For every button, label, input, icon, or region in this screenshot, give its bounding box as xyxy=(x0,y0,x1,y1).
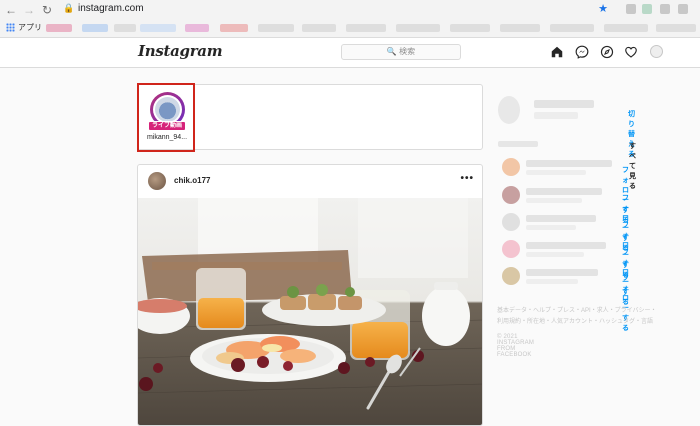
suggestion-detail xyxy=(526,252,584,257)
live-badge: ライブ動画 xyxy=(148,121,186,131)
bookmark-item[interactable] xyxy=(450,24,490,32)
suggestions-heading xyxy=(498,141,538,147)
suggestion-detail xyxy=(526,279,578,284)
bookmark-item[interactable] xyxy=(82,24,108,32)
profile-avatar[interactable] xyxy=(650,45,663,58)
home-icon[interactable] xyxy=(550,45,564,59)
post-photo[interactable] xyxy=(138,198,483,426)
instagram-logo[interactable]: Instagram xyxy=(138,42,223,60)
bookmark-item[interactable] xyxy=(302,24,336,32)
footer-links[interactable]: 基本データ・ヘルプ・プレス・API・求人・プライバシー・ xyxy=(497,305,657,314)
bookmark-item[interactable] xyxy=(500,24,540,32)
fullname-text xyxy=(534,112,578,119)
avatar[interactable] xyxy=(148,172,166,190)
messenger-icon[interactable] xyxy=(575,45,589,59)
story-username: mikann_94... xyxy=(146,134,188,141)
apps-label[interactable]: アプリ xyxy=(18,22,42,33)
bookmark-item[interactable] xyxy=(346,24,386,32)
address-bar[interactable]: 🔒 instagram.com ★ xyxy=(56,2,616,17)
suggestion-name xyxy=(526,215,596,222)
avatar[interactable] xyxy=(502,158,520,176)
bookmark-item[interactable] xyxy=(140,24,176,32)
bookmark-item[interactable] xyxy=(185,24,209,32)
avatar[interactable] xyxy=(502,267,520,285)
bookmark-item[interactable] xyxy=(114,24,136,32)
url-text: instagram.com xyxy=(78,3,144,14)
more-options-icon[interactable]: ••• xyxy=(460,173,474,184)
menu-icon[interactable] xyxy=(678,4,688,14)
suggestion-name xyxy=(526,242,606,249)
avatar[interactable] xyxy=(502,213,520,231)
forward-icon[interactable]: → xyxy=(22,3,36,17)
explore-icon[interactable] xyxy=(600,45,614,59)
username-text xyxy=(534,100,594,108)
avatar[interactable] xyxy=(498,96,520,124)
suggestion-name xyxy=(526,160,612,167)
reload-icon[interactable]: ↻ xyxy=(40,3,54,17)
see-all-link[interactable]: すべて見る xyxy=(629,141,636,191)
suggestion-detail xyxy=(526,225,576,230)
lock-icon: 🔒 xyxy=(63,3,75,13)
apps-grid-icon[interactable] xyxy=(6,23,15,32)
story-avatar xyxy=(155,97,180,122)
suggestion-name xyxy=(526,269,598,276)
footer-links[interactable]: 利用規約・所在地・人気アカウント・ハッシュタグ・言語 xyxy=(497,316,653,325)
heart-icon[interactable] xyxy=(624,45,638,59)
extension-icon[interactable] xyxy=(660,4,670,14)
bookmark-item[interactable] xyxy=(220,24,248,32)
extension-icon[interactable] xyxy=(626,4,636,14)
back-icon[interactable]: ← xyxy=(4,3,18,17)
extension-icon[interactable] xyxy=(642,4,652,14)
bookmark-item[interactable] xyxy=(656,24,696,32)
avatar[interactable] xyxy=(502,240,520,258)
bookmark-item[interactable] xyxy=(46,24,72,32)
browser-toolbar: ← → ↻ 🔒 instagram.com ★ アプリ xyxy=(0,0,700,38)
suggestion-name xyxy=(526,188,602,195)
avatar[interactable] xyxy=(502,186,520,204)
post-header: chik.o177 ••• xyxy=(138,165,482,198)
post-username[interactable]: chik.o177 xyxy=(174,176,210,185)
bookmark-star-icon[interactable]: ★ xyxy=(598,2,608,15)
bookmarks-bar: アプリ xyxy=(0,19,700,37)
copyright-text: © 2021 INSTAGRAM FROM FACEBOOK xyxy=(497,334,535,358)
feed-post: chik.o177 ••• xyxy=(137,164,483,426)
bookmark-item[interactable] xyxy=(604,24,648,32)
suggestion-detail xyxy=(526,170,586,175)
search-input[interactable]: 🔍 検索 xyxy=(341,44,461,60)
bookmark-item[interactable] xyxy=(550,24,594,32)
instagram-header: Instagram 🔍 検索 xyxy=(0,38,700,68)
bookmark-item[interactable] xyxy=(396,24,440,32)
suggestion-detail xyxy=(526,198,582,203)
story-item[interactable]: ライブ動画 mikann_94... xyxy=(137,83,195,152)
bookmark-item[interactable] xyxy=(258,24,294,32)
